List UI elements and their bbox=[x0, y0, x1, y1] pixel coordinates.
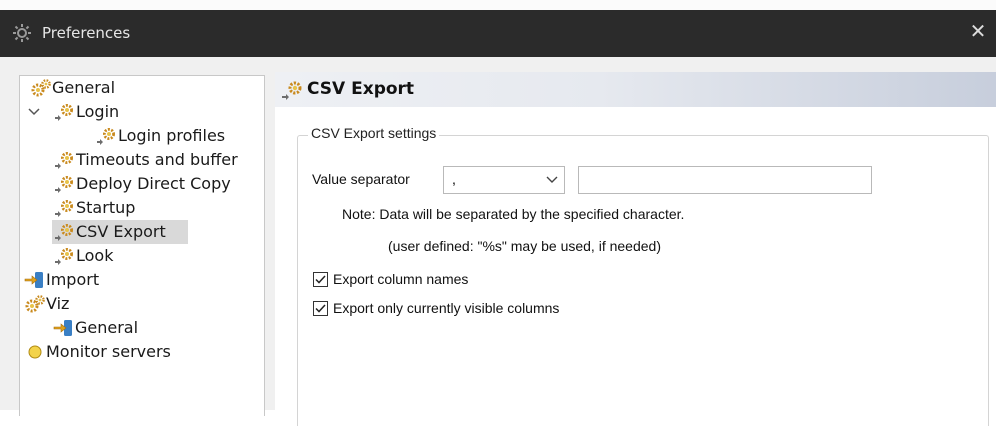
export-column-names-label[interactable]: Export column names bbox=[333, 271, 468, 287]
chevron-down-icon[interactable] bbox=[27, 104, 41, 120]
gear-arrow-icon bbox=[54, 174, 76, 194]
tree-item-label: Import bbox=[46, 270, 100, 289]
note-text: Note: Data will be separated by the spec… bbox=[342, 206, 685, 222]
export-visible-columns-label[interactable]: Export only currently visible columns bbox=[333, 300, 559, 316]
gear-arrow-icon bbox=[54, 102, 76, 122]
export-column-names-checkbox[interactable] bbox=[313, 272, 328, 287]
page-header: CSV Export bbox=[275, 72, 996, 107]
tree-item-viz[interactable]: Viz bbox=[22, 292, 262, 316]
tree-item-csv-export[interactable]: CSV Export bbox=[52, 220, 188, 244]
check-icon bbox=[315, 304, 326, 313]
export-visible-columns-checkbox[interactable] bbox=[313, 301, 328, 316]
separator-value: , bbox=[452, 171, 456, 187]
gear-arrow-icon bbox=[96, 126, 118, 146]
tree-item-login[interactable]: Login bbox=[28, 100, 264, 124]
tree-item-label: Deploy Direct Copy bbox=[76, 174, 231, 193]
tree-item-general[interactable]: General bbox=[28, 76, 264, 100]
clipped-text-strip bbox=[0, 0, 996, 10]
preference-page: CSV Export CSV Export settings Value sep… bbox=[275, 72, 996, 426]
note-hint-text: (user defined: "%s" may be used, if need… bbox=[388, 238, 661, 254]
window-title: Preferences bbox=[42, 24, 131, 42]
tree-item-label: CSV Export bbox=[76, 222, 166, 241]
tree-item-look[interactable]: Look bbox=[52, 244, 264, 268]
window-titlebar[interactable]: Preferences ✕ bbox=[0, 10, 996, 57]
check-icon bbox=[315, 275, 326, 284]
tree-item-general[interactable]: General bbox=[51, 316, 264, 340]
chevron-down-icon bbox=[546, 176, 558, 183]
tree-item-label: Login bbox=[76, 102, 120, 121]
tree-item-label: Startup bbox=[76, 198, 136, 217]
page-title: CSV Export bbox=[307, 79, 415, 99]
gear-app-icon bbox=[13, 24, 31, 42]
tree-item-monitor-servers[interactable]: Monitor servers bbox=[22, 340, 262, 364]
tree-item-label: General bbox=[75, 318, 139, 337]
gear-arrow-icon bbox=[54, 150, 76, 170]
value-separator-label: Value separator bbox=[312, 171, 410, 187]
tree-item-label: Monitor servers bbox=[46, 342, 171, 361]
import-arrow-icon bbox=[24, 270, 46, 290]
tree-item-deploy-direct-copy[interactable]: Deploy Direct Copy bbox=[52, 172, 264, 196]
gear-arrow-icon bbox=[54, 246, 76, 266]
tree-item-label: Login profiles bbox=[118, 126, 226, 145]
group-title: CSV Export settings bbox=[308, 125, 440, 141]
close-button[interactable]: ✕ bbox=[966, 20, 990, 44]
preferences-tree[interactable]: General Login Login profiles Timeouts and b… bbox=[19, 75, 265, 416]
bulb-icon bbox=[24, 342, 46, 362]
tree-item-login-profiles[interactable]: Login profiles bbox=[94, 124, 264, 148]
tree-item-import[interactable]: Import bbox=[22, 268, 262, 292]
value-separator-dropdown[interactable]: , bbox=[443, 166, 565, 194]
import-arrow-icon bbox=[53, 318, 75, 338]
tree-item-startup[interactable]: Startup bbox=[52, 196, 264, 220]
gears-icon bbox=[24, 294, 46, 314]
gears-icon bbox=[30, 78, 52, 98]
dialog-body: General Login Login profiles Timeouts and b… bbox=[0, 57, 996, 426]
tree-item-label: Look bbox=[76, 246, 114, 265]
tree-item-timeouts-and-buffer[interactable]: Timeouts and buffer bbox=[52, 148, 264, 172]
tree-item-label: Viz bbox=[46, 294, 70, 313]
gear-arrow-icon bbox=[54, 198, 76, 218]
tree-item-label: Timeouts and buffer bbox=[76, 150, 238, 169]
tree-item-label: General bbox=[52, 78, 116, 97]
gear-arrow-icon bbox=[282, 81, 302, 100]
gear-arrow-icon bbox=[54, 222, 76, 242]
custom-separator-input[interactable] bbox=[578, 166, 872, 194]
